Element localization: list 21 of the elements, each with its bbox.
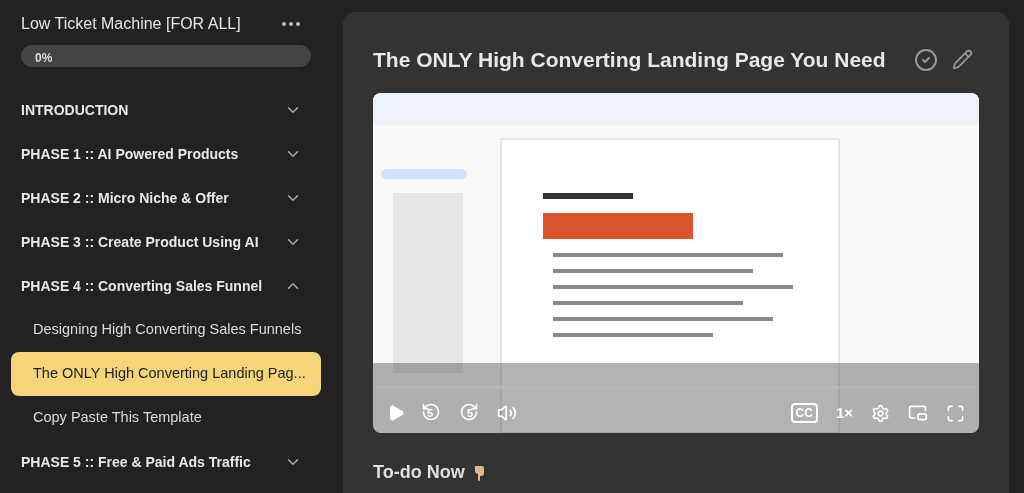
lesson-title: The ONLY High Converting Landing Page You Need bbox=[373, 46, 886, 73]
complete-button[interactable] bbox=[914, 47, 938, 72]
todo-heading: To-do Now bbox=[373, 461, 465, 484]
progress-reading: 0% bbox=[34, 51, 53, 65]
play-button[interactable] bbox=[387, 404, 405, 422]
pointing-hand-icon bbox=[472, 464, 485, 481]
section-header[interactable]: PHASE 2 :: Micro Niche & Offer bbox=[0, 176, 332, 220]
section-header[interactable]: PHASE 4 :: Converting Sales Funnel bbox=[0, 264, 332, 308]
section-header[interactable]: PHASE 1 :: AI Powered Products bbox=[0, 132, 332, 176]
section-header[interactable]: PHASE 3 :: Create Product Using AI bbox=[0, 220, 332, 264]
pip-button[interactable] bbox=[908, 403, 928, 423]
lesson-item[interactable]: Designing High Converting Sales Funnels bbox=[11, 308, 321, 352]
course-title: Low Ticket Machine [FOR ALL] bbox=[21, 14, 241, 34]
settings-button[interactable] bbox=[871, 403, 890, 423]
lesson-item[interactable]: Copy Paste This Template bbox=[11, 396, 321, 440]
section-header[interactable]: PHASE 5 :: Free & Paid Ads Traffic bbox=[0, 440, 332, 484]
section-header[interactable]: INTRODUCTION bbox=[0, 88, 332, 132]
fullscreen-button[interactable] bbox=[946, 403, 965, 423]
lesson-item[interactable]: The ONLY High Converting Landing Pag... bbox=[11, 352, 321, 396]
volume-button[interactable] bbox=[497, 403, 517, 423]
edit-button[interactable] bbox=[952, 49, 973, 70]
